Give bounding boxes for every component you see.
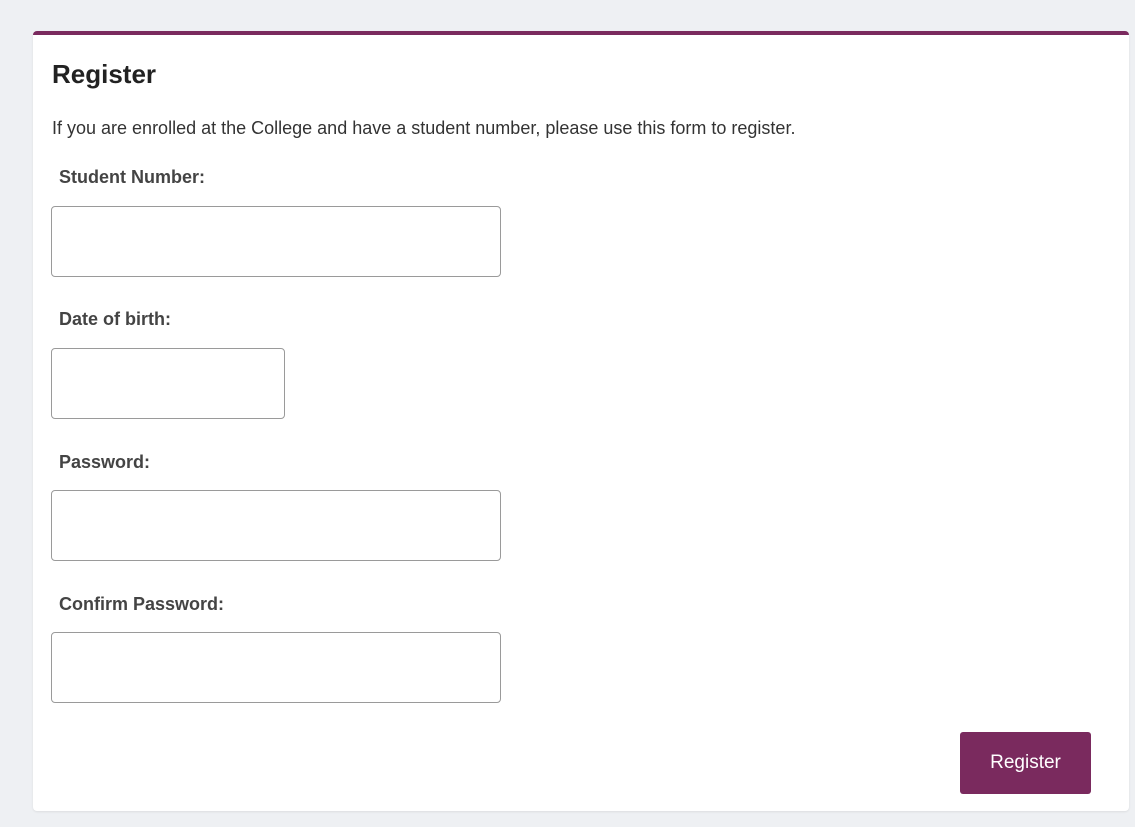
confirm-password-label: Confirm Password: — [59, 594, 225, 614]
date-of-birth-label: Date of birth: — [59, 309, 171, 329]
password-input[interactable] — [51, 490, 501, 561]
password-label: Password: — [59, 452, 151, 472]
student-number-input[interactable] — [51, 206, 501, 277]
date-of-birth-input[interactable] — [51, 348, 285, 419]
register-button[interactable]: Register — [960, 732, 1091, 794]
confirm-password-input[interactable] — [51, 632, 501, 703]
page-title: Register — [52, 59, 157, 89]
intro-text: If you are enrolled at the College and h… — [52, 118, 796, 138]
student-number-label: Student Number: — [59, 167, 205, 187]
register-card: Register If you are enrolled at the Coll… — [33, 31, 1129, 811]
